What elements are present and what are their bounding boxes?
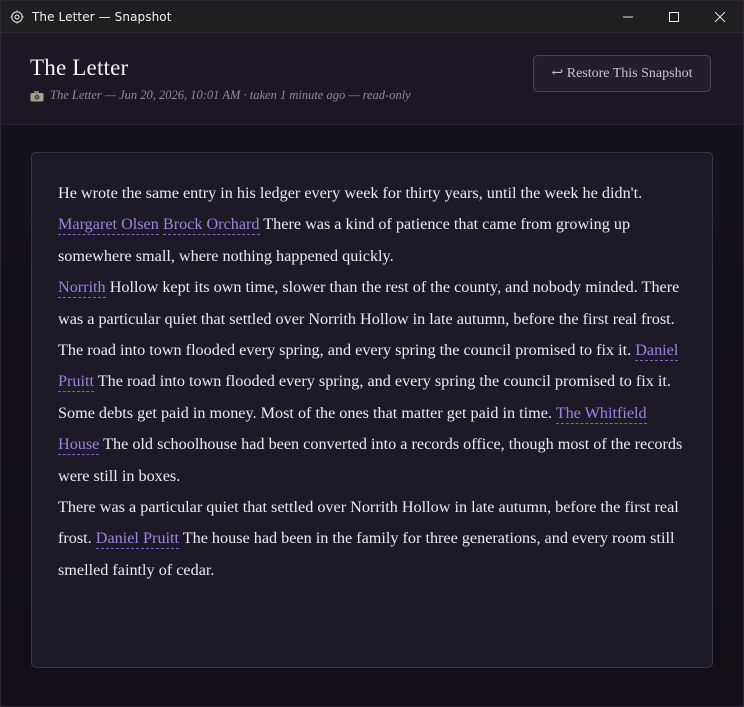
paragraph-text: The road into town flooded every spring,… — [58, 341, 636, 360]
paragraph-text: The old schoolhouse had been converted i… — [58, 435, 683, 485]
camera-icon — [30, 90, 44, 102]
paragraph: He wrote the same entry in his ledger ev… — [58, 178, 686, 272]
title-bar[interactable]: The Letter — Snapshot — [1, 1, 743, 33]
snapshot-header: The Letter The Letter — Jun 20, 2026, 10… — [1, 33, 743, 125]
paragraph-text: The road into town flooded every spring,… — [93, 372, 671, 391]
maximize-icon — [669, 11, 679, 22]
paragraph: Some debts get paid in money. Most of th… — [58, 398, 686, 492]
minimize-icon — [623, 16, 633, 17]
paragraph: There was a particular quiet that settle… — [58, 492, 686, 586]
paragraph: The road into town flooded every spring,… — [58, 335, 686, 398]
snapshot-meta-text: The Letter — Jun 20, 2026, 10:01 AM · ta… — [50, 88, 411, 102]
app-gear-icon — [9, 9, 25, 25]
snapshot-content: He wrote the same entry in his ledger ev… — [31, 152, 713, 668]
entity-link[interactable]: Margaret Olsen — [58, 215, 159, 236]
app-window: The Letter — Snapshot The Letter The Let… — [0, 0, 744, 707]
paragraph-text: He wrote the same entry in his ledger ev… — [58, 184, 643, 202]
entity-link[interactable]: Daniel Pruitt — [95, 529, 179, 550]
close-button[interactable] — [697, 1, 743, 33]
entity-link[interactable]: Brock Orchard — [162, 215, 260, 236]
minimize-button[interactable] — [605, 1, 651, 33]
window-title: The Letter — Snapshot — [32, 9, 172, 24]
maximize-button[interactable] — [651, 1, 697, 33]
close-icon — [715, 11, 725, 22]
paragraph-text: Some debts get paid in money. Most of th… — [58, 403, 556, 422]
restore-snapshot-button[interactable]: ↩ Restore This Snapshot — [533, 55, 711, 92]
paragraph-text: Hollow kept its own time, slower than th… — [58, 278, 680, 328]
entity-link[interactable]: Norrith — [58, 278, 106, 299]
paragraph: Norrith Hollow kept its own time, slower… — [58, 272, 686, 335]
window-controls — [605, 1, 743, 33]
